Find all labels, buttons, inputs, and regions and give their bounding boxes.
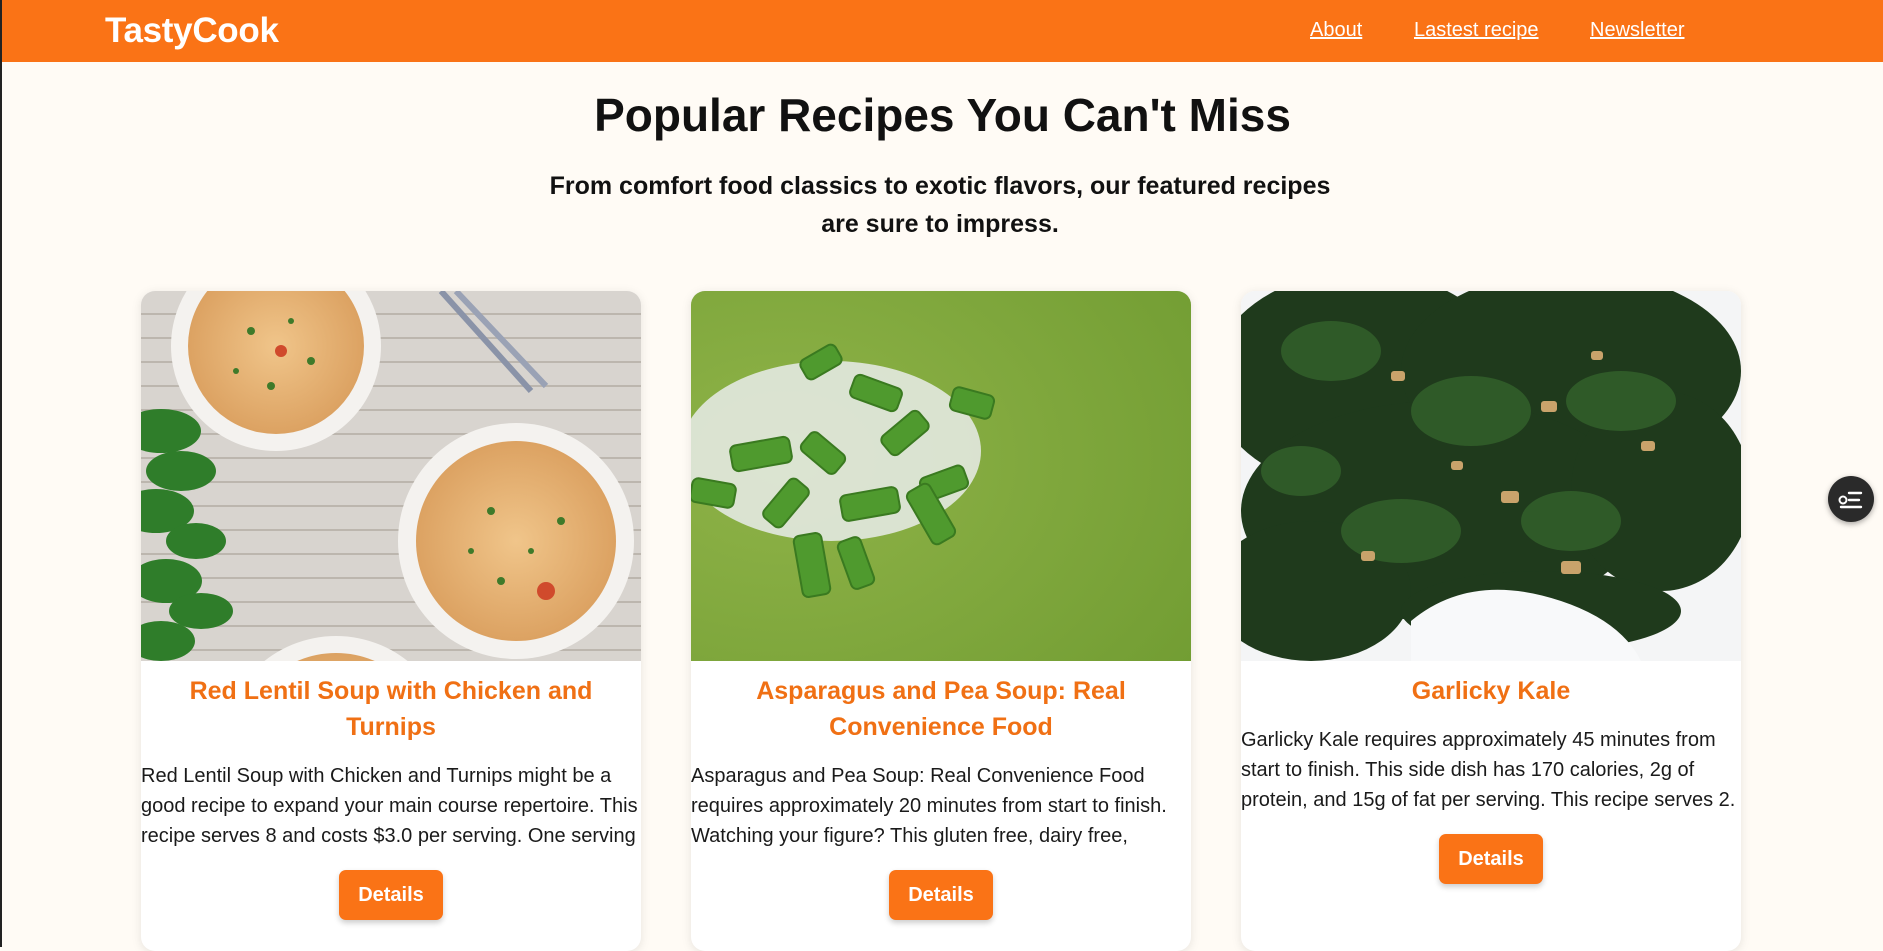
recipe-image-garlicky-kale [1241,291,1741,661]
page-title: Popular Recipes You Can't Miss [594,89,1291,141]
recipe-description: Garlicky Kale requires approximately 45 … [1241,729,1736,811]
details-button[interactable]: Details [1439,834,1543,884]
page-subtitle: From comfort food classics to exotic fla… [549,172,1331,238]
recipe-card: Asparagus and Pea Soup: Real Convenience… [691,291,1191,951]
nav-link-about[interactable]: About [1310,19,1362,42]
list-filter-icon[interactable] [1828,476,1874,522]
recipe-title: Asparagus and Pea Soup: Real Convenience… [756,677,1126,741]
details-button[interactable]: Details [339,870,443,920]
recipe-title: Garlicky Kale [1411,677,1571,705]
recipe-title: Red Lentil Soup with Chicken and Turnips [189,677,593,741]
recipe-image-lentil-soup [141,291,641,661]
recipe-image-pea-soup [691,291,1191,661]
brand-logo[interactable]: TastyCook [105,11,279,51]
details-button[interactable]: Details [889,870,993,920]
top-navbar: TastyCook About Lastest recipe Newslette… [2,0,1883,62]
nav-link-latest-recipe[interactable]: Lastest recipe [1414,19,1539,42]
nav-link-newsletter[interactable]: Newsletter [1590,19,1684,42]
recipe-card: Garlicky Kale Garlicky Kale requires app… [1241,291,1741,951]
recipe-card: Red Lentil Soup with Chicken and Turnips… [141,291,641,951]
recipe-description: Asparagus and Pea Soup: Real Convenience… [691,765,1167,847]
recipe-description: Red Lentil Soup with Chicken and Turnips… [141,765,638,847]
